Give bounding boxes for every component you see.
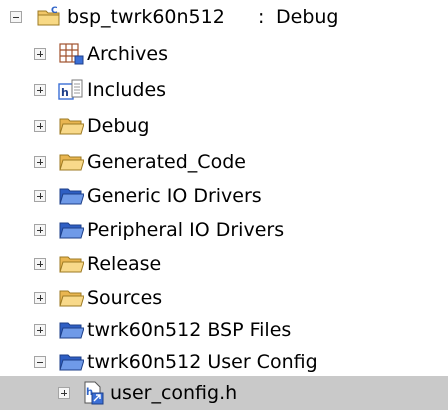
expand-toggle[interactable] bbox=[34, 190, 46, 202]
project-separator: : bbox=[258, 6, 265, 28]
svg-text:h: h bbox=[61, 86, 69, 99]
expand-toggle[interactable] bbox=[58, 387, 70, 399]
expand-toggle[interactable] bbox=[34, 84, 46, 96]
folder-icon bbox=[58, 252, 84, 276]
linked-folder-icon bbox=[58, 318, 84, 342]
expand-toggle[interactable] bbox=[34, 48, 46, 60]
folder-icon bbox=[58, 286, 84, 310]
includes-icon: h bbox=[58, 78, 84, 102]
tree-item-label: Includes bbox=[87, 79, 167, 101]
tree-row-bsp-files[interactable]: twrk60n512 BSP Files bbox=[0, 313, 448, 347]
tree-item-label: Generated_Code bbox=[87, 151, 246, 173]
tree-row-archives[interactable]: Archives bbox=[0, 37, 448, 71]
linked-folder-icon bbox=[58, 184, 84, 208]
svg-text:C: C bbox=[51, 6, 58, 16]
linked-folder-icon bbox=[58, 350, 84, 374]
tree-item-label: twrk60n512 User Config bbox=[87, 351, 318, 373]
folder-icon bbox=[58, 150, 84, 174]
project-explorer-tree: C bsp_twrk60n512 : Debug Archives h Incl… bbox=[0, 0, 448, 410]
expand-toggle[interactable] bbox=[34, 258, 46, 270]
tree-row-release[interactable]: Release bbox=[0, 247, 448, 281]
tree-row-sources[interactable]: Sources bbox=[0, 281, 448, 315]
expand-toggle[interactable] bbox=[34, 224, 46, 236]
tree-item-label: Debug bbox=[87, 115, 150, 137]
header-file-link-icon: h bbox=[81, 381, 107, 405]
tree-item-label: twrk60n512 BSP Files bbox=[87, 319, 292, 341]
archives-grid-icon bbox=[58, 42, 84, 66]
expand-toggle[interactable] bbox=[34, 156, 46, 168]
tree-row-includes[interactable]: h Includes bbox=[0, 73, 448, 107]
tree-row-generated-code[interactable]: Generated_Code bbox=[0, 145, 448, 179]
expand-toggle[interactable] bbox=[34, 324, 46, 336]
tree-row-peripheral-io-drivers[interactable]: Peripheral IO Drivers bbox=[0, 213, 448, 247]
folder-icon bbox=[58, 114, 84, 138]
project-name: bsp_twrk60n512 bbox=[67, 6, 225, 28]
expand-toggle[interactable] bbox=[34, 292, 46, 304]
tree-row-user-config-h[interactable]: h user_config.h bbox=[0, 376, 448, 410]
project-config: Debug bbox=[276, 6, 339, 28]
expand-toggle[interactable] bbox=[34, 120, 46, 132]
tree-row-debug[interactable]: Debug bbox=[0, 109, 448, 143]
linked-folder-icon bbox=[58, 218, 84, 242]
tree-row-generic-io-drivers[interactable]: Generic IO Drivers bbox=[0, 179, 448, 213]
project-folder-icon: C bbox=[36, 4, 62, 28]
tree-item-label: Peripheral IO Drivers bbox=[87, 219, 285, 241]
tree-row-project[interactable]: C bsp_twrk60n512 : Debug bbox=[0, 0, 448, 34]
tree-item-label: Generic IO Drivers bbox=[87, 185, 262, 207]
tree-item-label: Release bbox=[87, 253, 162, 275]
tree-item-label: Archives bbox=[87, 43, 168, 65]
collapse-toggle[interactable] bbox=[10, 11, 22, 23]
tree-item-label: user_config.h bbox=[110, 382, 238, 404]
collapse-toggle[interactable] bbox=[34, 356, 46, 368]
tree-item-label: Sources bbox=[87, 287, 163, 309]
tree-row-user-config[interactable]: twrk60n512 User Config bbox=[0, 345, 448, 379]
